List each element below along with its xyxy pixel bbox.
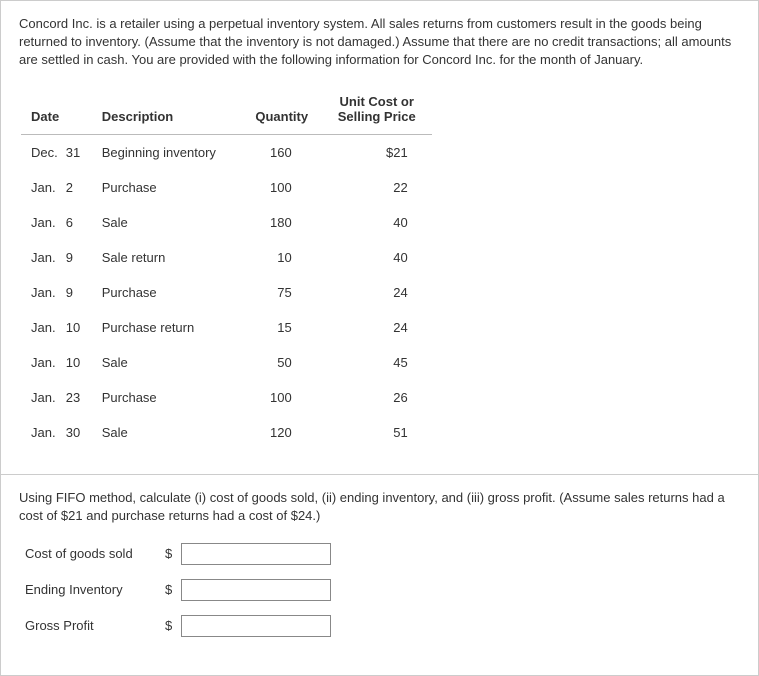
table-row: Jan. 6 Sale 180 40: [21, 205, 432, 240]
question-panel: Concord Inc. is a retailer using a perpe…: [0, 0, 759, 475]
inputs-block: Cost of goods sold $ Ending Inventory $ …: [25, 543, 740, 637]
col-quantity: Quantity: [242, 88, 322, 135]
col-description: Description: [92, 88, 242, 135]
cogs-input[interactable]: [181, 543, 331, 565]
cogs-row: Cost of goods sold $: [25, 543, 740, 565]
answer-panel: Using FIFO method, calculate (i) cost of…: [0, 475, 759, 676]
gross-label: Gross Profit: [25, 618, 165, 633]
table-row: Jan. 10 Purchase return 15 24: [21, 310, 432, 345]
col-date: Date: [21, 88, 92, 135]
intro-text: Concord Inc. is a retailer using a perpe…: [19, 15, 740, 70]
ending-input[interactable]: [181, 579, 331, 601]
ending-row: Ending Inventory $: [25, 579, 740, 601]
currency-symbol: $: [165, 546, 181, 561]
instruction-text: Using FIFO method, calculate (i) cost of…: [19, 489, 740, 525]
cogs-label: Cost of goods sold: [25, 546, 165, 561]
currency-symbol: $: [165, 582, 181, 597]
table-row: Jan. 30 Sale 120 51: [21, 415, 432, 450]
currency-symbol: $: [165, 618, 181, 633]
gross-row: Gross Profit $: [25, 615, 740, 637]
table-body: Dec. 31 Beginning inventory 160 $21 Jan.…: [21, 134, 432, 450]
col-price: Unit Cost or Selling Price: [322, 88, 432, 135]
table-row: Jan. 2 Purchase 100 22: [21, 170, 432, 205]
table-row: Jan. 10 Sale 50 45: [21, 345, 432, 380]
table-row: Jan. 9 Sale return 10 40: [21, 240, 432, 275]
ending-label: Ending Inventory: [25, 582, 165, 597]
table-row: Dec. 31 Beginning inventory 160 $21: [21, 134, 432, 170]
gross-input[interactable]: [181, 615, 331, 637]
transactions-table: Date Description Quantity Unit Cost or S…: [21, 88, 432, 450]
table-row: Jan. 9 Purchase 75 24: [21, 275, 432, 310]
table-row: Jan. 23 Purchase 100 26: [21, 380, 432, 415]
